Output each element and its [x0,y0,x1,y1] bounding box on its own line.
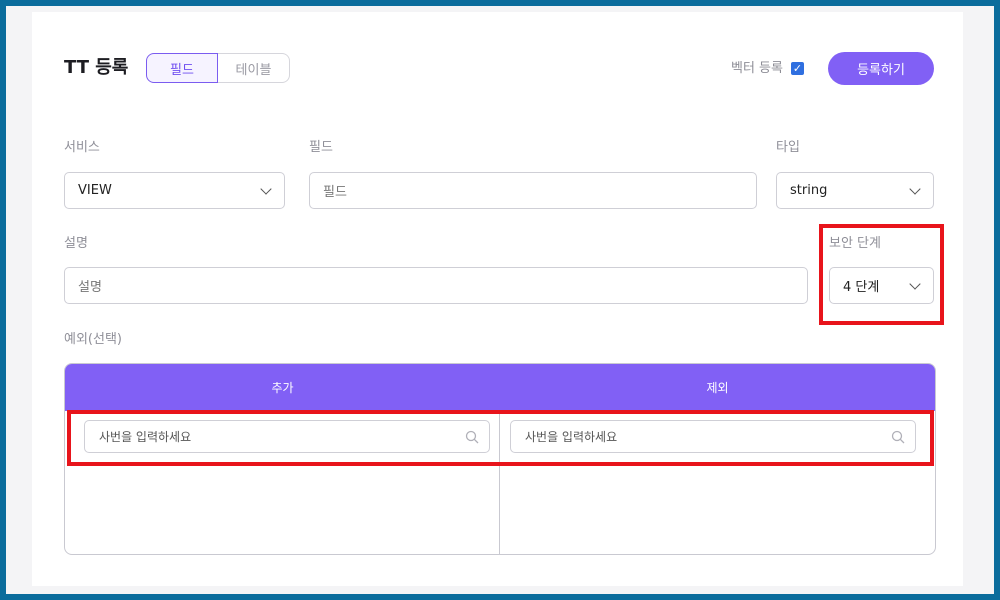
service-label: 서비스 [64,140,100,155]
field-label: 필드 [309,140,333,155]
exclude-column-header: 제외 [706,381,729,395]
add-search-placeholder: 사번을 입력하세요 [99,430,192,444]
type-select[interactable]: string [776,172,934,209]
search-icon[interactable] [891,430,905,444]
exception-panel-header: 추가 제외 [65,364,935,411]
service-value: VIEW [78,183,112,198]
tab-table[interactable]: 테이블 [218,53,290,83]
exclude-search-input[interactable]: 사번을 입력하세요 [510,420,916,453]
mode-tabs: 필드 테이블 [146,53,290,83]
exception-label: 예외(선택) [64,332,122,347]
type-value: string [790,183,828,198]
chevron-down-icon [909,183,921,195]
security-level-select[interactable]: 4 단계 [829,267,934,304]
add-column-header: 추가 [271,381,294,395]
description-input[interactable]: 설명 [64,267,808,304]
description-label: 설명 [64,236,88,251]
page-title: TT 등록 [64,57,129,78]
add-search-input[interactable]: 사번을 입력하세요 [84,420,490,453]
chevron-down-icon [260,183,272,195]
chevron-down-icon [909,278,921,290]
search-icon[interactable] [465,430,479,444]
security-value: 4 단계 [843,280,880,295]
field-input[interactable]: 필드 [309,172,757,209]
vector-register-checkbox[interactable]: ✓ [791,62,804,75]
type-label: 타입 [776,140,800,155]
register-button[interactable]: 등록하기 [828,52,934,85]
security-label: 보안 단계 [829,236,881,251]
field-placeholder: 필드 [323,185,347,200]
description-placeholder: 설명 [78,280,102,295]
exclude-search-placeholder: 사번을 입력하세요 [525,430,618,444]
tab-field[interactable]: 필드 [146,53,218,83]
service-select[interactable]: VIEW [64,172,285,209]
vector-register-label: 벡터 등록 [731,61,783,76]
